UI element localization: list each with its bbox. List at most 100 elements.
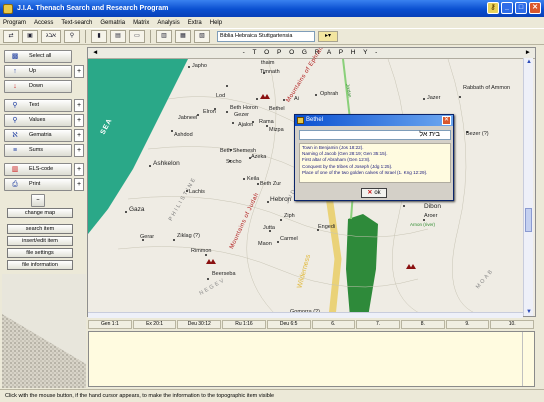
- file-settings-button[interactable]: file settings: [7, 248, 73, 258]
- text-pane[interactable]: [88, 331, 535, 387]
- place-jabneel[interactable]: Jabneel: [178, 115, 197, 121]
- screen-icon[interactable]: ▭: [129, 30, 145, 43]
- place-mizpa[interactable]: Mizpa: [269, 127, 284, 133]
- window-controls: ⚷ _ □ ✕: [487, 2, 541, 14]
- place-gezer[interactable]: Gezer: [234, 112, 249, 118]
- place-ashdod[interactable]: Ashdod: [174, 132, 193, 138]
- bookmark-1[interactable]: Gen 1:1: [88, 320, 132, 329]
- place-rabbath-of-ammon[interactable]: Rabbath of Ammon: [463, 85, 519, 91]
- scroll-thumb[interactable]: [525, 208, 532, 232]
- place-elron[interactable]: Elron: [203, 109, 216, 115]
- swap-icon[interactable]: ⇄: [3, 30, 19, 43]
- place-carmel[interactable]: Carmel: [280, 236, 298, 242]
- layout-icon[interactable]: ▥: [156, 30, 172, 43]
- values-plus-button[interactable]: +: [74, 114, 84, 127]
- help-key-icon[interactable]: ⚷: [487, 2, 499, 14]
- file-information-button[interactable]: file information: [7, 260, 73, 270]
- up-button[interactable]: ↑ Up: [4, 65, 72, 78]
- bible-edition-select[interactable]: Biblia Hebraica Stuttgartensia: [217, 31, 315, 42]
- place-gaza[interactable]: Gaza: [129, 206, 145, 213]
- up-plus-button[interactable]: +: [74, 65, 84, 78]
- bookmark-5[interactable]: Deu 6:5: [266, 320, 311, 329]
- map-vertical-scrollbar[interactable]: ▲ ▼: [523, 58, 533, 316]
- place-maon[interactable]: Maon: [258, 241, 272, 247]
- place-jutta[interactable]: Jutta: [263, 225, 275, 231]
- place-rimmon[interactable]: Rimmon: [191, 248, 211, 254]
- hebrew-keyboard-icon[interactable]: אבג: [41, 30, 61, 43]
- place-keila[interactable]: Keila: [247, 176, 259, 182]
- scroll-up-icon[interactable]: ▲: [524, 58, 534, 66]
- bookmark-9[interactable]: 9.: [445, 320, 490, 329]
- place-bethel[interactable]: Bethel: [269, 106, 285, 112]
- els-plus-button[interactable]: +: [74, 163, 84, 176]
- bookmark-2[interactable]: Ex 20:1: [132, 320, 177, 329]
- menu-matrix[interactable]: Matrix: [133, 20, 149, 26]
- window-icon[interactable]: ▣: [22, 30, 38, 43]
- menu-gematria[interactable]: Gematria: [100, 20, 125, 26]
- bookmark-7[interactable]: 7.: [356, 320, 400, 329]
- text-button[interactable]: ⚲ Text: [4, 99, 72, 112]
- dialog-close-button[interactable]: ✕: [442, 116, 451, 125]
- book-icon[interactable]: ▮: [91, 30, 107, 43]
- bookmark-10[interactable]: 10.: [490, 320, 535, 329]
- values-button[interactable]: ⚲ Values: [4, 114, 72, 127]
- minimize-button[interactable]: _: [501, 2, 513, 14]
- search-item-button[interactable]: search item: [7, 224, 73, 234]
- place-azeka[interactable]: Azeka: [251, 154, 266, 160]
- place-japho[interactable]: Japho: [192, 63, 207, 69]
- place-ziph[interactable]: Ziph: [284, 213, 295, 219]
- select-all-button[interactable]: ▩ Select all: [4, 50, 72, 63]
- place-beth-zur[interactable]: Beth Zur: [260, 181, 281, 187]
- menu-help[interactable]: Help: [210, 20, 222, 26]
- place-ziklag[interactable]: Ziklag (?): [177, 233, 200, 239]
- change-map-button[interactable]: change map: [7, 208, 73, 218]
- place-bezer[interactable]: Bezer (?): [466, 131, 489, 137]
- columns-icon[interactable]: ▧: [194, 30, 210, 43]
- place-ashkelon[interactable]: Ashkelon: [153, 160, 180, 167]
- insert-edit-item-button[interactable]: insert/edit item: [7, 236, 73, 246]
- els-code-button[interactable]: ▥ ELS-code: [4, 163, 72, 176]
- place-dibon[interactable]: Dibon: [424, 203, 441, 210]
- bookmark-4[interactable]: Ru 1:16: [222, 320, 266, 329]
- bookmark-3[interactable]: Deu 30:12: [177, 320, 222, 329]
- close-button[interactable]: ✕: [529, 2, 541, 14]
- map-forward-button[interactable]: ►: [525, 48, 531, 58]
- print-plus-button[interactable]: +: [74, 178, 84, 191]
- dropdown-icon[interactable]: ▸▾: [318, 31, 338, 42]
- map-back-button[interactable]: ◄: [92, 48, 98, 58]
- place-engedi[interactable]: Engedi: [318, 224, 335, 230]
- menu-extra[interactable]: Extra: [188, 20, 202, 26]
- place-gerar[interactable]: Gerar: [140, 234, 154, 240]
- bookmark-6[interactable]: 6.: [311, 320, 356, 329]
- scroll-down-icon[interactable]: ▼: [524, 308, 534, 316]
- place-jazer[interactable]: Jazer: [427, 95, 440, 101]
- maximize-button[interactable]: □: [515, 2, 527, 14]
- search-person-icon[interactable]: ⚲: [64, 30, 80, 43]
- text-plus-button[interactable]: +: [74, 99, 84, 112]
- sums-plus-button[interactable]: +: [74, 144, 84, 157]
- place-socho[interactable]: Socho: [226, 159, 242, 165]
- card-icon[interactable]: ▤: [110, 30, 126, 43]
- bookmark-8[interactable]: 8.: [400, 320, 445, 329]
- gematria-button[interactable]: ℵ Gematria: [4, 129, 72, 142]
- menu-text-search[interactable]: Text-search: [61, 20, 92, 26]
- place-ajalon[interactable]: Ajalon: [238, 122, 253, 128]
- ok-button[interactable]: ✕ ok: [361, 188, 387, 198]
- menu-analysis[interactable]: Analysis: [157, 20, 179, 26]
- place-aroer[interactable]: Aroer: [424, 213, 437, 219]
- place-timnath[interactable]: Timnath: [260, 69, 280, 75]
- place-lod[interactable]: Lod: [216, 93, 225, 99]
- menu-access[interactable]: Access: [34, 20, 53, 26]
- down-button[interactable]: ↓ Down: [4, 80, 72, 93]
- grid-icon[interactable]: ▦: [175, 30, 191, 43]
- place-thaim[interactable]: thaim: [261, 60, 274, 66]
- map-horizontal-scrollbar[interactable]: [88, 312, 523, 318]
- place-rama[interactable]: Rama: [259, 119, 274, 125]
- dash-button[interactable]: ⎯: [31, 194, 45, 207]
- place-beth-horon[interactable]: Beth Horon: [230, 105, 258, 111]
- gematria-plus-button[interactable]: +: [74, 129, 84, 142]
- print-button[interactable]: ⎙ Print: [4, 178, 72, 191]
- sums-button[interactable]: ≡ Sums: [4, 144, 72, 157]
- menu-program[interactable]: Program: [3, 20, 26, 26]
- place-ophrah[interactable]: Ophrah: [320, 91, 338, 97]
